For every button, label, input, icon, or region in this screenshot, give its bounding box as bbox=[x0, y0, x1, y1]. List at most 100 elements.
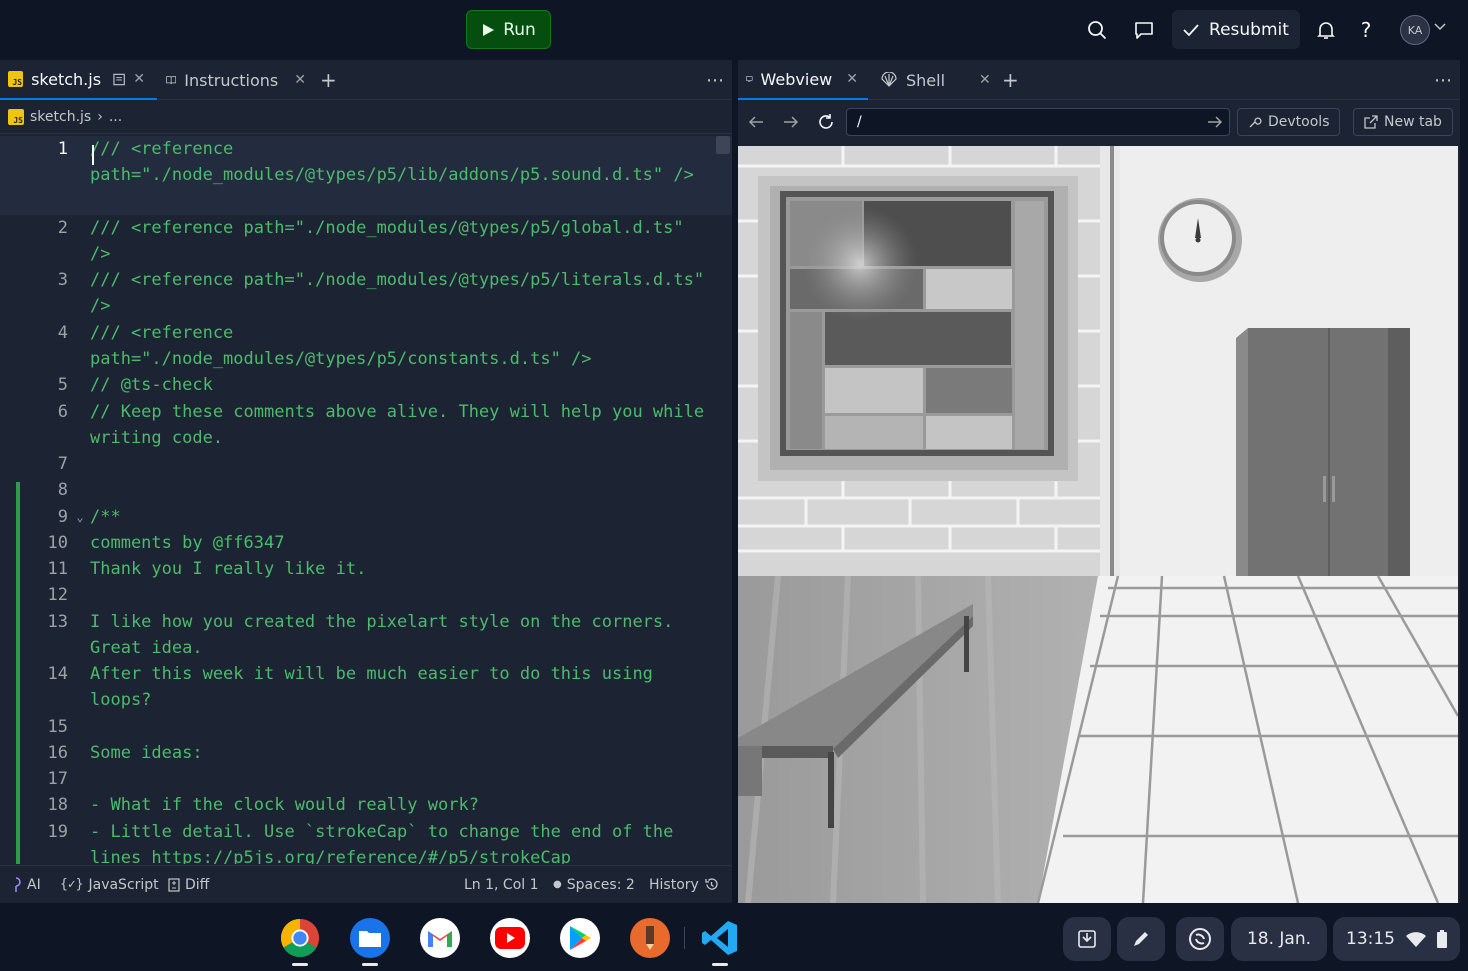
line-number: 12 bbox=[47, 585, 68, 605]
chrome-icon[interactable] bbox=[280, 918, 320, 958]
date-button[interactable]: 18. Jan. bbox=[1231, 917, 1327, 961]
battery-icon bbox=[1437, 930, 1447, 948]
code-line[interactable]: 5 // @ts-check bbox=[0, 372, 732, 399]
close-icon[interactable]: ✕ bbox=[133, 71, 145, 87]
language-label: JavaScript bbox=[88, 876, 159, 893]
more-options-icon[interactable]: ⋯ bbox=[706, 60, 725, 100]
help-icon[interactable]: ? bbox=[1351, 15, 1381, 45]
sketchbook-icon[interactable] bbox=[630, 918, 670, 958]
forward-arrow-icon[interactable] bbox=[783, 114, 799, 130]
tab-shell[interactable]: Shell ✕ bbox=[880, 60, 992, 100]
phone-hub-icon[interactable] bbox=[1176, 917, 1224, 961]
stylus-tray-icon[interactable] bbox=[1117, 917, 1165, 961]
language-button[interactable]: {✓} JavaScript bbox=[60, 877, 159, 893]
line-number: 18 bbox=[47, 795, 68, 815]
close-icon[interactable]: ✕ bbox=[979, 72, 991, 88]
line-number: 9 bbox=[57, 507, 68, 527]
code-line[interactable]: 1 /// <reference path="./node_modules/@t… bbox=[0, 136, 732, 215]
run-button[interactable]: Run bbox=[466, 10, 551, 49]
gmail-icon[interactable] bbox=[420, 918, 460, 958]
search-icon[interactable] bbox=[1082, 15, 1112, 45]
line-code: comments by @ff6347 bbox=[90, 533, 285, 553]
line-code: /// <reference path="./node_modules/@typ… bbox=[90, 270, 715, 317]
code-line[interactable]: 19 - Little detail. Use `strokeCap` to c… bbox=[0, 819, 732, 864]
add-tab-button[interactable]: + bbox=[1002, 60, 1019, 100]
code-line[interactable]: 12 bbox=[0, 582, 732, 609]
new-tab-button[interactable]: New tab bbox=[1353, 108, 1453, 136]
code-line[interactable]: 17 bbox=[0, 766, 732, 792]
chevron-down-icon[interactable]: ⌄ bbox=[70, 504, 90, 530]
ai-button[interactable]: AI bbox=[10, 877, 41, 893]
devtools-button[interactable]: Devtools bbox=[1237, 108, 1341, 136]
vscode-icon[interactable] bbox=[700, 918, 740, 958]
line-number: 5 bbox=[57, 375, 68, 395]
preview-icon[interactable] bbox=[113, 73, 125, 86]
avatar-initials: KA bbox=[1407, 23, 1423, 37]
check-icon bbox=[1183, 23, 1199, 36]
chat-icon[interactable] bbox=[1129, 15, 1159, 45]
top-bar: Run Resubmit ? KA bbox=[0, 0, 1468, 60]
code-line[interactable]: 6 // Keep these comments above alive. Th… bbox=[0, 399, 732, 451]
go-arrow-icon[interactable] bbox=[1207, 114, 1223, 130]
refresh-icon[interactable] bbox=[817, 113, 835, 131]
line-code: - What if the clock would really work? bbox=[90, 795, 479, 815]
text-cursor bbox=[92, 145, 94, 165]
code-line[interactable]: 14 After this week it will be much easie… bbox=[0, 661, 732, 714]
breadcrumb-file[interactable]: sketch.js bbox=[30, 109, 91, 125]
js-file-icon: JS bbox=[8, 108, 24, 125]
add-tab-button[interactable]: + bbox=[320, 60, 337, 100]
code-line[interactable]: 4 /// <reference path="./node_modules/@t… bbox=[0, 320, 732, 372]
close-icon[interactable]: ✕ bbox=[846, 71, 858, 87]
breadcrumb: JS sketch.js › ... bbox=[0, 100, 732, 134]
close-icon[interactable]: ✕ bbox=[294, 72, 306, 88]
code-line[interactable]: 9 ⌄ /** bbox=[0, 504, 732, 530]
os-shelf: 18. Jan. 13:15 bbox=[0, 903, 1468, 971]
code-line[interactable]: 7 bbox=[0, 451, 732, 477]
line-code: I like how you created the pixelart styl… bbox=[90, 612, 684, 659]
external-link-icon bbox=[1364, 115, 1378, 129]
breadcrumb-rest[interactable]: ... bbox=[109, 109, 122, 125]
tab-instructions[interactable]: Instructions ✕ bbox=[166, 60, 306, 100]
cursor-position[interactable]: Ln 1, Col 1 bbox=[464, 877, 539, 893]
scrollbar-thumb[interactable] bbox=[716, 136, 730, 154]
resubmit-button[interactable]: Resubmit bbox=[1172, 10, 1300, 49]
tab-webview[interactable]: Webview ✕ bbox=[738, 60, 868, 100]
code-line[interactable]: 10 comments by @ff6347 bbox=[0, 530, 732, 556]
youtube-icon[interactable] bbox=[490, 918, 530, 958]
shell-icon bbox=[881, 72, 897, 87]
play-store-icon[interactable] bbox=[560, 918, 600, 958]
diff-button[interactable]: Diff bbox=[168, 877, 209, 893]
diff-icon bbox=[168, 877, 180, 892]
screenshot-tray-icon[interactable] bbox=[1063, 917, 1111, 961]
code-line[interactable]: 15 bbox=[0, 714, 732, 740]
line-code: /// <reference path="./node_modules/@typ… bbox=[90, 323, 592, 370]
sketch-canvas[interactable] bbox=[738, 146, 1458, 903]
play-icon bbox=[483, 23, 495, 36]
avatar[interactable]: KA bbox=[1400, 15, 1430, 45]
newtab-label: New tab bbox=[1384, 114, 1442, 130]
chevron-down-icon[interactable] bbox=[1434, 23, 1446, 31]
code-editor[interactable]: 1 /// <reference path="./node_modules/@t… bbox=[0, 136, 732, 864]
code-line[interactable]: 8 bbox=[0, 477, 732, 504]
code-line[interactable]: 18 - What if the clock would really work… bbox=[0, 792, 732, 819]
line-number: 14 bbox=[47, 664, 68, 684]
status-tray[interactable]: 13:15 bbox=[1333, 917, 1460, 961]
more-options-icon[interactable]: ⋯ bbox=[1434, 60, 1452, 100]
code-line[interactable]: 11 Thank you I really like it. bbox=[0, 556, 732, 582]
code-line[interactable]: 2 /// <reference path="./node_modules/@t… bbox=[0, 215, 732, 267]
url-input[interactable]: / bbox=[846, 108, 1230, 136]
tab-sketch-js[interactable]: JS sketch.js ✕ bbox=[0, 60, 157, 100]
files-icon[interactable] bbox=[350, 918, 390, 958]
back-arrow-icon[interactable] bbox=[748, 114, 764, 130]
line-code: /// <reference path="./node_modules/@typ… bbox=[90, 139, 694, 186]
code-line[interactable]: 3 /// <reference path="./node_modules/@t… bbox=[0, 267, 732, 320]
code-line[interactable]: 13 I like how you created the pixelart s… bbox=[0, 609, 732, 661]
code-line[interactable]: 16 Some ideas: bbox=[0, 740, 732, 766]
bell-icon[interactable] bbox=[1311, 15, 1341, 45]
indent-setting[interactable]: ● Spaces: 2 bbox=[553, 877, 635, 893]
line-number: 15 bbox=[47, 717, 68, 737]
history-button[interactable]: History bbox=[649, 877, 719, 893]
